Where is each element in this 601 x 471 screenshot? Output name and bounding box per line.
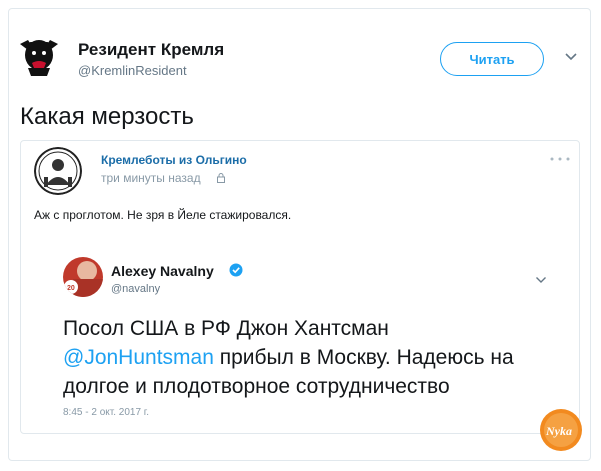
svg-text:20: 20 [67,285,75,292]
author-handle[interactable]: @KremlinResident [78,63,187,78]
more-icon[interactable] [548,155,572,163]
avatar-photo: 20 [63,257,103,297]
author-avatar[interactable] [14,30,64,80]
embedded-author-avatar[interactable]: 20 [63,257,103,297]
svg-text:Nyka: Nyka [545,424,572,438]
quoted-author-name[interactable]: Кремлеботы из Ольгино [101,153,247,167]
quoted-author-avatar[interactable] [34,147,82,195]
follow-button[interactable]: Читать [440,42,544,76]
chevron-down-icon[interactable] [564,52,578,62]
author-name[interactable]: Резидент Кремля [78,40,224,60]
mention-link[interactable]: @JonHuntsman [63,346,214,369]
watermark-logo: Nyka [540,409,582,451]
quoted-time: три минуты назад [101,171,201,185]
embedded-body: Посол США в РФ Джон Хантсман @JonHuntsman… [63,314,563,401]
embedded-date[interactable]: 8:45 - 2 окт. 2017 г. [63,407,149,418]
quoted-text: Аж с проглотом. Не зря в Йеле стажировал… [34,208,292,222]
chevron-down-icon[interactable] [535,276,547,284]
tweet-text: Какая мерзость [20,103,194,130]
quoted-tweet[interactable]: Кремлеботы из Ольгино три минуты назад А… [20,140,580,434]
embedded-author-name[interactable]: Alexey Navalny [111,263,214,279]
embedded-tweet[interactable]: 20 Alexey Navalny @navalny Посол США в Р… [57,243,565,423]
embedded-author-handle[interactable]: @navalny [111,283,160,295]
embedded-body-text: Посол США в РФ Джон Хантсман [63,317,389,340]
lock-icon [217,173,225,183]
verified-badge-icon [229,263,243,277]
